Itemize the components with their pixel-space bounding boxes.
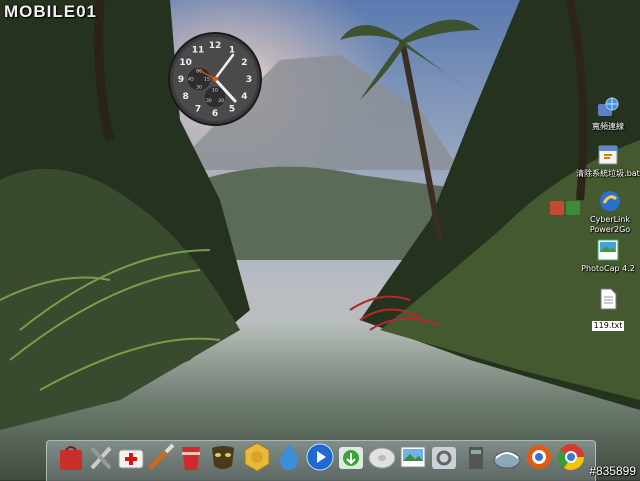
gold-coin-icon[interactable]: [242, 442, 272, 472]
tools-icon[interactable]: [86, 442, 116, 472]
clock-number: 6: [212, 109, 218, 119]
play-button-icon[interactable]: [305, 442, 335, 472]
watermark-logo: MOBILE01: [4, 2, 98, 21]
clock-number: 10: [179, 58, 192, 68]
mini-widget[interactable]: [550, 201, 580, 215]
desktop-icon-label: 清除系統垃圾.bat: [576, 169, 640, 178]
text-file-icon: [600, 288, 617, 310]
desktop-icon-label: PhotoCap 4.2: [581, 264, 635, 273]
settings-icon[interactable]: [429, 442, 459, 472]
clock-number: 12: [209, 41, 222, 51]
photocap-icon: [597, 239, 619, 261]
desktop-icon-broadband[interactable]: 寬頻連線: [576, 96, 640, 132]
clock-number: 8: [182, 92, 188, 102]
desktop-icon-clean-bat[interactable]: 清除系統垃圾.bat: [576, 143, 640, 179]
sub-dial-number: 30: [196, 85, 202, 91]
batch-file-icon: [598, 145, 618, 165]
clock-number: 3: [246, 75, 252, 85]
desktop-icon-power2go[interactable]: CyberLink Power2Go: [578, 189, 640, 235]
globe-icon[interactable]: [492, 442, 522, 472]
trash-bin-icon[interactable]: [461, 442, 491, 472]
browser-icon[interactable]: [524, 442, 554, 472]
sub-dial-number: 45: [188, 77, 194, 83]
first-aid-kit-icon[interactable]: [116, 442, 146, 472]
clock-number: 9: [178, 75, 184, 85]
sub-dial-number: 20: [218, 98, 224, 104]
clock-gadget[interactable]: 12 1234567891011 60153045 102030: [167, 31, 263, 127]
power2go-icon: [600, 191, 620, 211]
chrome-icon[interactable]: [556, 442, 586, 472]
clock-number: 2: [241, 58, 247, 68]
image-id-label: #835899: [589, 464, 636, 478]
desktop-icon-label: CyberLink Power2Go: [589, 215, 631, 234]
sub-dial-number: 15: [204, 77, 210, 83]
power-icon[interactable]: [550, 201, 564, 215]
sub-dial-number: 10: [212, 88, 218, 94]
paint-brush-icon[interactable]: [146, 442, 176, 472]
red-bag-icon[interactable]: [56, 442, 86, 472]
desktop-icon-label: 119.txt: [591, 321, 625, 331]
jungle-wallpaper: [0, 0, 640, 480]
desktop-icon-119-txt[interactable]: 119.txt: [576, 287, 640, 332]
clock-number: 11: [192, 46, 205, 56]
clock-number: 4: [241, 92, 247, 102]
clock-number: 1: [229, 46, 235, 56]
water-drop-icon[interactable]: [274, 442, 304, 472]
disk-icon[interactable]: [367, 442, 397, 472]
network-globe-icon: [598, 97, 619, 116]
mask-icon[interactable]: [208, 442, 238, 472]
desktop-icon-label: 寬頻連線: [592, 122, 624, 131]
clock-number: 7: [195, 104, 201, 114]
download-icon[interactable]: [336, 442, 366, 472]
sub-dial-number: 30: [206, 98, 212, 104]
photo-icon[interactable]: [398, 442, 428, 472]
red-cup-icon[interactable]: [176, 442, 206, 472]
desktop-icon-photocap[interactable]: PhotoCap 4.2: [576, 238, 640, 274]
clock-number: 5: [229, 104, 235, 114]
